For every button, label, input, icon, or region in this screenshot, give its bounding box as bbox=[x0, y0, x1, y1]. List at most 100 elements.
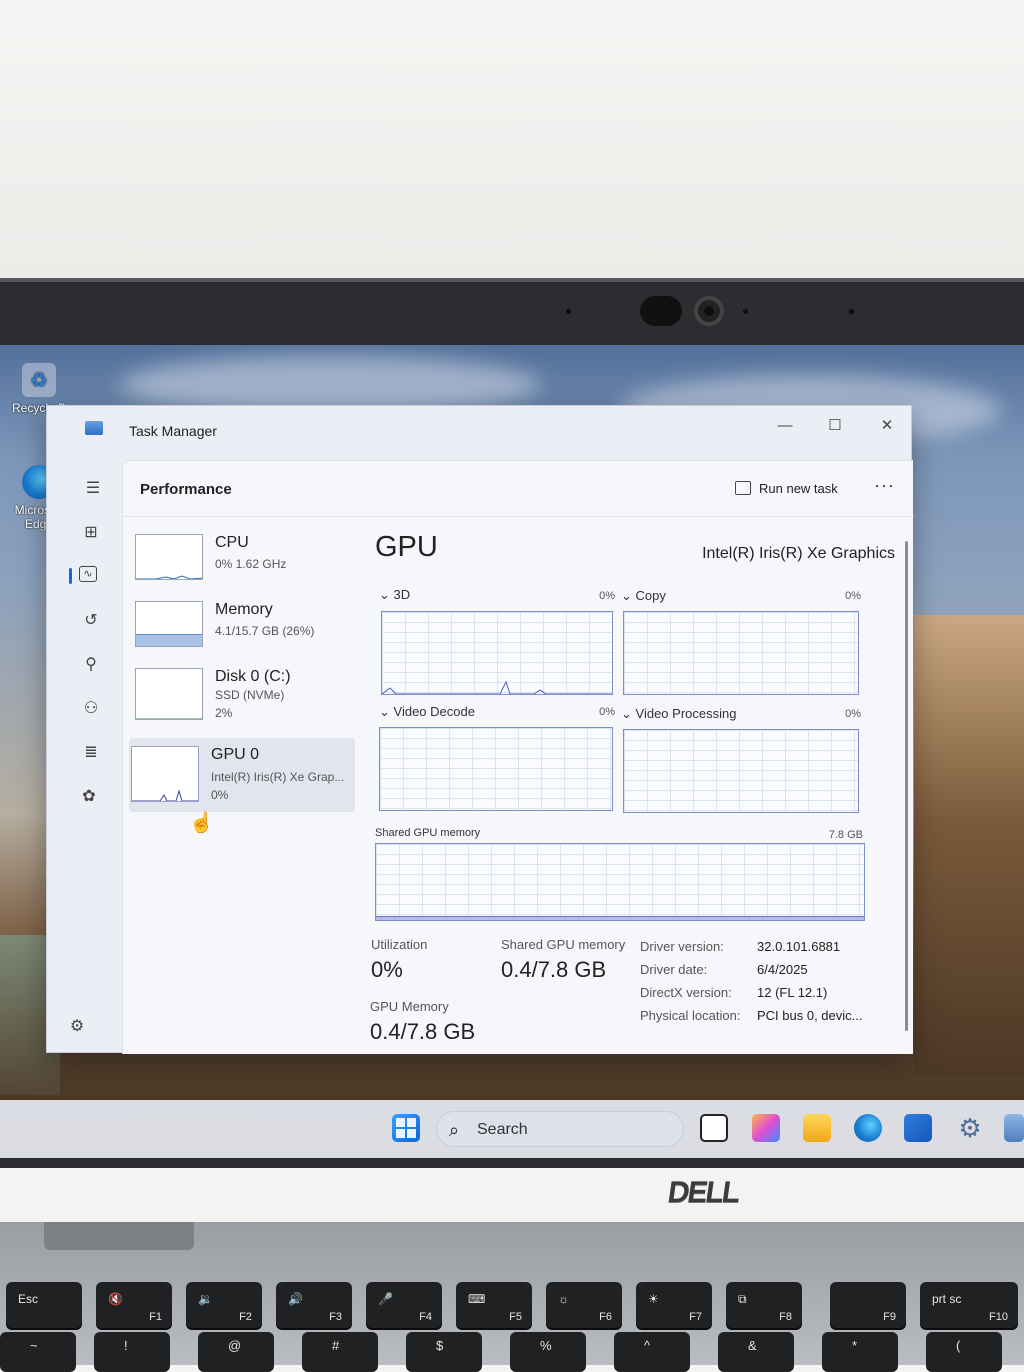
webcam-lens bbox=[694, 296, 724, 326]
engine-selector-video-processing[interactable]: ⌄ Video Processing bbox=[621, 706, 736, 722]
driver-date-key: Driver date: bbox=[640, 962, 708, 977]
key-label: @ bbox=[228, 1338, 242, 1353]
engine-pct: 0% bbox=[599, 590, 615, 602]
key-label: & bbox=[748, 1338, 757, 1353]
key-f3[interactable]: 🔊 F3 bbox=[276, 1282, 352, 1328]
recycle-bin-icon: ♻ bbox=[22, 363, 56, 397]
run-task-icon bbox=[735, 481, 751, 495]
performance-icon[interactable]: ∿ bbox=[79, 566, 97, 582]
key-label: ( bbox=[956, 1338, 961, 1353]
key-f4[interactable]: 🎤 F4 bbox=[366, 1282, 442, 1328]
key-9[interactable]: ( bbox=[926, 1332, 1002, 1372]
file-explorer-icon[interactable] bbox=[803, 1114, 831, 1142]
device-card-memory[interactable]: Memory 4.1/15.7 GB (26%) bbox=[129, 593, 355, 661]
key-f1[interactable]: 🔇 F1 bbox=[96, 1282, 172, 1328]
shared-memory-value: 0.4/7.8 GB bbox=[501, 957, 607, 982]
key-7[interactable]: & bbox=[718, 1332, 794, 1372]
key-f10[interactable]: prt sc F10 bbox=[920, 1282, 1018, 1328]
close-button[interactable]: ✕ bbox=[865, 412, 909, 440]
settings-icon[interactable]: ⚙ bbox=[65, 1016, 89, 1038]
minimize-button[interactable]: — bbox=[763, 412, 807, 440]
key-5[interactable]: % bbox=[510, 1332, 586, 1372]
key-8[interactable]: * bbox=[822, 1332, 898, 1372]
hamburger-icon[interactable]: ☰ bbox=[81, 478, 105, 500]
key-label: F2 bbox=[239, 1311, 252, 1323]
app-history-icon[interactable]: ↺ bbox=[79, 610, 103, 632]
key-1[interactable]: ! bbox=[94, 1332, 170, 1372]
key-label: ⧉ bbox=[738, 1292, 747, 1306]
maximize-button[interactable]: ☐ bbox=[813, 412, 857, 440]
key-label: F7 bbox=[689, 1311, 702, 1323]
services-icon[interactable]: ✿ bbox=[77, 786, 101, 808]
device-card-gpu[interactable]: GPU 0 Intel(R) Iris(R) Xe Grap... 0% bbox=[129, 738, 355, 812]
search-placeholder: Search bbox=[477, 1121, 528, 1138]
more-options-button[interactable]: ··· bbox=[874, 475, 895, 496]
key-f6[interactable]: ☼ F6 bbox=[546, 1282, 622, 1328]
key-4[interactable]: $ bbox=[406, 1332, 482, 1372]
page-title: Performance bbox=[140, 481, 232, 498]
key-label: F9 bbox=[883, 1311, 896, 1323]
key-label: F6 bbox=[599, 1311, 612, 1323]
task-view-icon[interactable] bbox=[700, 1114, 728, 1142]
sensor-dot bbox=[566, 309, 571, 314]
graph-video-processing bbox=[623, 729, 859, 813]
gpu-adapter-name: Intel(R) Iris(R) Xe Graphics bbox=[702, 545, 895, 562]
physical-location-value: PCI bus 0, devic... bbox=[757, 1008, 863, 1023]
utilization-value: 0% bbox=[371, 957, 403, 982]
scrollbar[interactable] bbox=[905, 541, 908, 1031]
settings-taskbar-icon[interactable]: ⚙ bbox=[956, 1114, 984, 1142]
device-card-cpu[interactable]: CPU 0% 1.62 GHz bbox=[129, 526, 355, 594]
sensor-dot bbox=[743, 309, 748, 314]
key-label: ⌨ bbox=[468, 1292, 486, 1306]
gpu-memory-value: 0.4/7.8 GB bbox=[370, 1019, 476, 1044]
key-label: ^ bbox=[644, 1338, 651, 1353]
store-icon[interactable] bbox=[904, 1114, 932, 1142]
key-esc[interactable]: Esc bbox=[6, 1282, 82, 1328]
key-f9[interactable]: F9 bbox=[830, 1282, 906, 1328]
engine-selector-copy[interactable]: ⌄ Copy bbox=[621, 588, 666, 604]
key-6[interactable]: ^ bbox=[614, 1332, 690, 1372]
run-new-task-button[interactable]: Run new task bbox=[735, 481, 838, 496]
key-label: ☼ bbox=[558, 1292, 569, 1306]
key-f7[interactable]: ☀ F7 bbox=[636, 1282, 712, 1328]
device-detail: SSD (NVMe) bbox=[215, 688, 285, 702]
device-detail: 0% 1.62 GHz bbox=[215, 557, 287, 571]
taskbar: ⌕ Search ⚙ bbox=[0, 1100, 1024, 1158]
task-manager-app-icon bbox=[85, 421, 103, 435]
key-label: * bbox=[852, 1338, 858, 1353]
directx-version-key: DirectX version: bbox=[640, 985, 732, 1000]
device-name: GPU 0 bbox=[211, 746, 260, 763]
processes-icon[interactable]: ⊞ bbox=[79, 522, 103, 544]
device-detail: Intel(R) Iris(R) Xe Grap... bbox=[211, 770, 345, 784]
key-label: ☀ bbox=[648, 1292, 659, 1306]
engine-pct: 0% bbox=[845, 708, 861, 720]
key-tilde[interactable]: ~ bbox=[0, 1332, 76, 1372]
engine-selector-3d[interactable]: ⌄ 3D bbox=[379, 587, 410, 603]
key-f8[interactable]: ⧉ F8 bbox=[726, 1282, 802, 1328]
device-card-disk[interactable]: Disk 0 (C:) SSD (NVMe) 2% bbox=[129, 660, 355, 728]
cpu-thumbnail-graph bbox=[135, 534, 203, 580]
key-2[interactable]: @ bbox=[198, 1332, 274, 1372]
search-icon: ⌕ bbox=[449, 1120, 460, 1140]
edge-taskbar-icon[interactable] bbox=[854, 1114, 882, 1142]
key-f2[interactable]: 🔉 F2 bbox=[186, 1282, 262, 1328]
gpu-thumbnail-graph bbox=[131, 746, 199, 802]
copilot-icon[interactable] bbox=[752, 1114, 780, 1142]
engine-selector-video-decode[interactable]: ⌄ Video Decode bbox=[379, 704, 475, 720]
task-manager-taskbar-icon[interactable] bbox=[1004, 1114, 1024, 1142]
background-wall bbox=[0, 0, 1024, 280]
start-windows-icon[interactable] bbox=[392, 1114, 420, 1142]
disk-thumbnail-graph bbox=[135, 668, 203, 720]
taskbar-search-box[interactable]: ⌕ Search bbox=[436, 1111, 684, 1147]
shared-memory-label: Shared GPU memory bbox=[501, 937, 626, 952]
key-f5[interactable]: ⌨ F5 bbox=[456, 1282, 532, 1328]
key-3[interactable]: # bbox=[302, 1332, 378, 1372]
wallpaper-cliff bbox=[914, 615, 1024, 1075]
startup-icon[interactable]: ⚲ bbox=[79, 654, 103, 676]
title-bar[interactable]: Task Manager — ☐ ✕ bbox=[47, 406, 913, 454]
key-label: $ bbox=[436, 1338, 444, 1353]
users-icon[interactable]: ⚇ bbox=[79, 698, 103, 720]
details-icon[interactable]: ≣ bbox=[79, 742, 103, 764]
engine-pct: 0% bbox=[599, 706, 615, 718]
physical-location-key: Physical location: bbox=[640, 1008, 741, 1023]
